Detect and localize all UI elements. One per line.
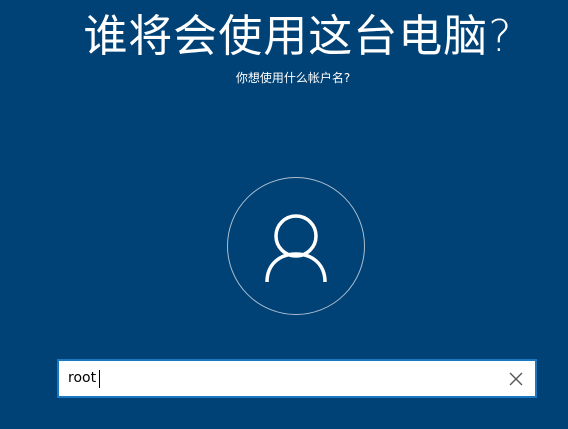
page-subtitle: 你想使用什么帐户名? — [235, 71, 351, 85]
oobe-account-screen: 谁将会使用这台电脑? 你想使用什么帐户名? — [0, 0, 568, 429]
clear-button[interactable] — [503, 366, 529, 392]
page-title: 谁将会使用这台电脑? — [83, 11, 513, 62]
username-field[interactable] — [57, 359, 537, 398]
avatar — [227, 177, 365, 315]
text-caret — [99, 370, 100, 388]
username-input[interactable] — [59, 361, 499, 396]
